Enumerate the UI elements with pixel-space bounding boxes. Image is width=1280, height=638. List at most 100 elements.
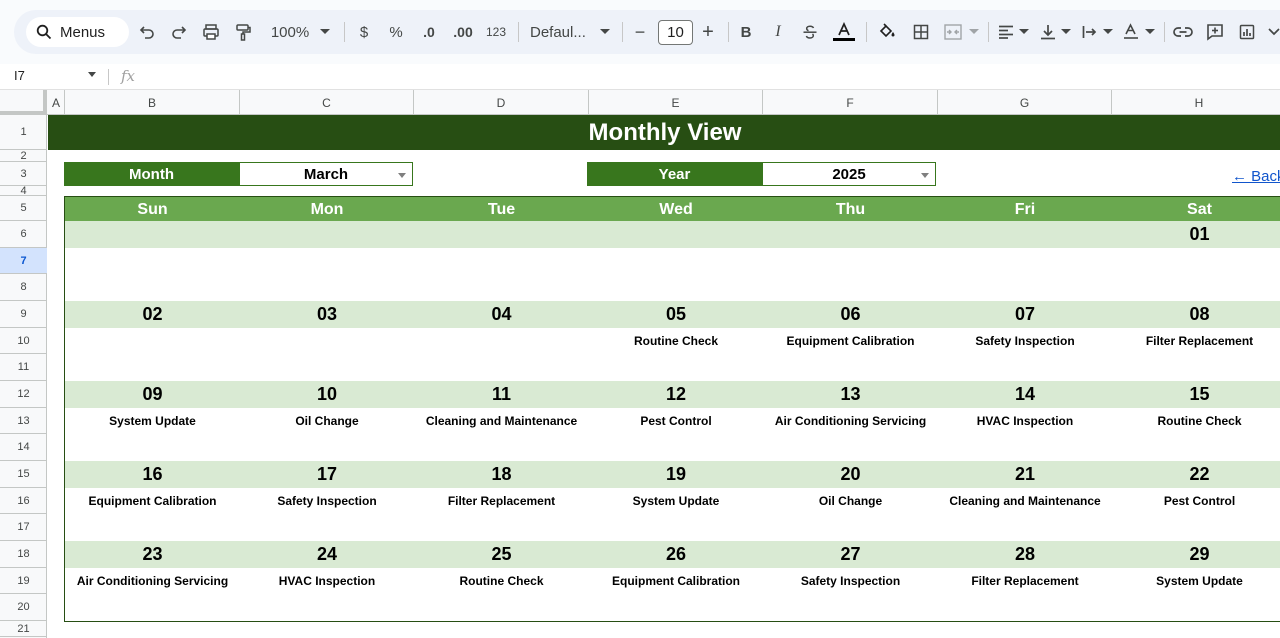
calendar-event[interactable]: Filter Replacement xyxy=(414,488,589,514)
calendar-event[interactable]: Filter Replacement xyxy=(938,568,1112,594)
calendar-event[interactable]: Safety Inspection xyxy=(938,328,1112,354)
borders-button[interactable] xyxy=(910,10,932,54)
merge-dropdown-arrow[interactable] xyxy=(968,10,980,54)
calendar-date[interactable]: 01 xyxy=(1112,221,1280,248)
font-family-dropdown-arrow[interactable] xyxy=(598,10,612,54)
number-format-button[interactable]: 123 xyxy=(484,10,508,54)
increase-font-size-button[interactable]: + xyxy=(698,10,718,54)
year-label-cell[interactable]: Year xyxy=(587,162,762,186)
row-header-18[interactable]: 18 xyxy=(0,541,47,568)
calendar-event[interactable] xyxy=(589,248,763,274)
text-color-button[interactable] xyxy=(832,10,856,54)
row-header-6[interactable]: 6 xyxy=(0,221,47,248)
text-wrapping-dropdown-arrow[interactable] xyxy=(1102,10,1114,54)
calendar-event[interactable]: Oil Change xyxy=(240,408,414,434)
calendar-event[interactable] xyxy=(65,328,240,354)
calendar-date[interactable] xyxy=(589,221,763,248)
calendar-date[interactable]: 09 xyxy=(65,381,240,408)
row-header-15[interactable]: 15 xyxy=(0,461,47,488)
calendar-event[interactable]: Cleaning and Maintenance xyxy=(414,408,589,434)
row-header-12[interactable]: 12 xyxy=(0,381,47,408)
calendar-date[interactable]: 16 xyxy=(65,461,240,488)
calendar-event[interactable] xyxy=(240,248,414,274)
calendar-date[interactable]: 17 xyxy=(240,461,414,488)
calendar-date[interactable]: 12 xyxy=(589,381,763,408)
strikethrough-button[interactable] xyxy=(800,10,820,54)
calendar-event[interactable] xyxy=(414,328,589,354)
paint-format-button[interactable] xyxy=(232,10,254,54)
fill-color-button[interactable] xyxy=(876,10,898,54)
calendar-date[interactable]: 11 xyxy=(414,381,589,408)
calendar-date[interactable]: 26 xyxy=(589,541,763,568)
decrease-decimal-button[interactable]: .0 xyxy=(418,10,440,54)
calendar-date[interactable] xyxy=(240,221,414,248)
decrease-font-size-button[interactable]: − xyxy=(630,10,650,54)
chevron-down-icon[interactable] xyxy=(921,173,929,178)
calendar-date[interactable]: 21 xyxy=(938,461,1112,488)
vertical-align-dropdown-arrow[interactable] xyxy=(1060,10,1072,54)
calendar-date[interactable]: 27 xyxy=(763,541,938,568)
calendar-date[interactable]: 03 xyxy=(240,301,414,328)
calendar-event[interactable] xyxy=(938,248,1112,274)
calendar-event[interactable]: Cleaning and Maintenance xyxy=(938,488,1112,514)
calendar-event[interactable]: HVAC Inspection xyxy=(938,408,1112,434)
column-header-f[interactable]: F xyxy=(763,90,938,115)
calendar-date[interactable]: 18 xyxy=(414,461,589,488)
row-header-8[interactable]: 8 xyxy=(0,274,47,301)
column-header-c[interactable]: C xyxy=(240,90,414,115)
row-header-2[interactable]: 2 xyxy=(0,150,47,162)
calendar-event[interactable]: Routine Check xyxy=(1112,408,1280,434)
row-header-14[interactable]: 14 xyxy=(0,434,47,461)
calendar-event[interactable]: HVAC Inspection xyxy=(240,568,414,594)
row-header-5[interactable]: 5 xyxy=(0,196,47,221)
calendar-date[interactable] xyxy=(938,221,1112,248)
calendar-event[interactable]: Pest Control xyxy=(1112,488,1280,514)
select-all-corner[interactable] xyxy=(0,90,47,115)
calendar-date[interactable]: 06 xyxy=(763,301,938,328)
calendar-event[interactable] xyxy=(240,328,414,354)
calendar-date[interactable]: 19 xyxy=(589,461,763,488)
print-button[interactable] xyxy=(200,10,222,54)
row-header-7[interactable]: 7 xyxy=(0,248,47,274)
calendar-date[interactable]: 20 xyxy=(763,461,938,488)
calendar-date[interactable]: 29 xyxy=(1112,541,1280,568)
calendar-event[interactable] xyxy=(1112,248,1280,274)
calendar-event[interactable]: Routine Check xyxy=(589,328,763,354)
menus-search-button[interactable]: Menus xyxy=(26,17,129,47)
bold-button[interactable]: B xyxy=(736,10,756,54)
calendar-date[interactable] xyxy=(65,221,240,248)
calendar-date[interactable]: 15 xyxy=(1112,381,1280,408)
italic-button[interactable]: I xyxy=(768,10,788,54)
calendar-date[interactable]: 08 xyxy=(1112,301,1280,328)
calendar-event[interactable]: Safety Inspection xyxy=(763,568,938,594)
calendar-date[interactable]: 13 xyxy=(763,381,938,408)
horizontal-align-dropdown-arrow[interactable] xyxy=(1018,10,1030,54)
text-wrapping-button[interactable] xyxy=(1080,10,1100,54)
increase-decimal-button[interactable]: .00 xyxy=(450,10,476,54)
calendar-date[interactable]: 10 xyxy=(240,381,414,408)
calendar-date[interactable]: 23 xyxy=(65,541,240,568)
calendar-date[interactable]: 02 xyxy=(65,301,240,328)
calendar-date[interactable]: 24 xyxy=(240,541,414,568)
calendar-event[interactable]: Air Conditioning Servicing xyxy=(763,408,938,434)
calendar-date[interactable]: 07 xyxy=(938,301,1112,328)
year-dropdown[interactable]: 2025 xyxy=(762,162,936,186)
row-header-20[interactable]: 20 xyxy=(0,594,47,621)
row-header-17[interactable]: 17 xyxy=(0,514,47,541)
column-header-b[interactable]: B xyxy=(65,90,240,115)
calendar-event[interactable]: Equipment Calibration xyxy=(65,488,240,514)
calendar-date[interactable]: 04 xyxy=(414,301,589,328)
calendar-event[interactable]: Routine Check xyxy=(414,568,589,594)
row-header-16[interactable]: 16 xyxy=(0,488,47,514)
calendar-date[interactable]: 22 xyxy=(1112,461,1280,488)
row-header-13[interactable]: 13 xyxy=(0,408,47,434)
calendar-date[interactable]: 25 xyxy=(414,541,589,568)
calendar-date[interactable] xyxy=(414,221,589,248)
vertical-align-button[interactable] xyxy=(1038,10,1058,54)
row-header-3[interactable]: 3 xyxy=(0,162,47,186)
insert-link-button[interactable] xyxy=(1172,10,1194,54)
calendar-date[interactable]: 05 xyxy=(589,301,763,328)
calendar-event[interactable]: System Update xyxy=(65,408,240,434)
calendar-event[interactable]: Pest Control xyxy=(589,408,763,434)
zoom-dropdown-arrow[interactable] xyxy=(318,10,332,54)
